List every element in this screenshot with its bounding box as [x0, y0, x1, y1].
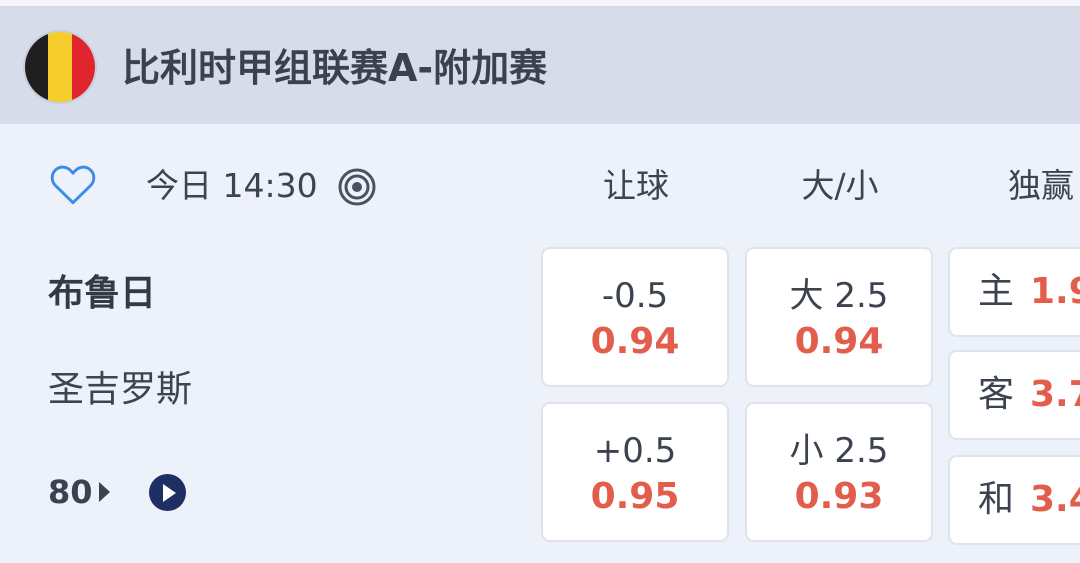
- handicap-line: +0.5: [593, 431, 677, 471]
- result-label: 主: [978, 271, 1015, 312]
- column-header-over-under: 大/小: [801, 166, 879, 205]
- over-odds-button[interactable]: 大 2.5 0.94: [745, 247, 933, 387]
- total-line: 大 2.5: [789, 276, 889, 316]
- handicap-line: -0.5: [601, 276, 669, 316]
- chevron-right-icon: [98, 482, 110, 502]
- draw-odds-button[interactable]: 和 3.4: [948, 455, 1080, 545]
- under-odds-button[interactable]: 小 2.5 0.93: [745, 402, 933, 542]
- play-icon[interactable]: [149, 474, 186, 511]
- handicap-away-odds-button[interactable]: +0.5 0.95: [541, 402, 729, 542]
- league-title: 比利时甲组联赛A-附加赛: [122, 46, 548, 90]
- home-win-odds-button[interactable]: 主 1.9: [948, 247, 1080, 337]
- belgium-flag-icon: [25, 32, 95, 102]
- more-markets-button[interactable]: 80: [48, 472, 110, 512]
- away-team-name: 圣吉罗斯: [48, 369, 193, 410]
- odds-price: 0.95: [590, 476, 680, 517]
- odds-price: 3.7: [1030, 374, 1080, 415]
- more-markets-count: 80: [48, 473, 93, 511]
- away-win-odds-button[interactable]: 客 3.7: [948, 350, 1080, 440]
- total-line: 小 2.5: [789, 431, 889, 471]
- column-header-handicap: 让球: [603, 166, 669, 205]
- odds-price: 1.9: [1030, 271, 1080, 312]
- result-label: 和: [978, 479, 1015, 520]
- handicap-home-odds-button[interactable]: -0.5 0.94: [541, 247, 729, 387]
- odds-price: 3.4: [1030, 479, 1080, 520]
- odds-price: 0.93: [794, 476, 884, 517]
- result-label: 客: [978, 374, 1015, 415]
- league-header[interactable]: 比利时甲组联赛A-附加赛: [0, 6, 1080, 124]
- live-tracker-icon[interactable]: [337, 167, 377, 207]
- column-header-match-result: 独赢: [1008, 166, 1074, 205]
- match-time: 今日 14:30: [146, 166, 318, 205]
- favorite-heart-icon[interactable]: [48, 160, 98, 210]
- odds-price: 0.94: [794, 321, 884, 362]
- home-team-name: 布鲁日: [48, 273, 157, 314]
- odds-price: 0.94: [590, 321, 680, 362]
